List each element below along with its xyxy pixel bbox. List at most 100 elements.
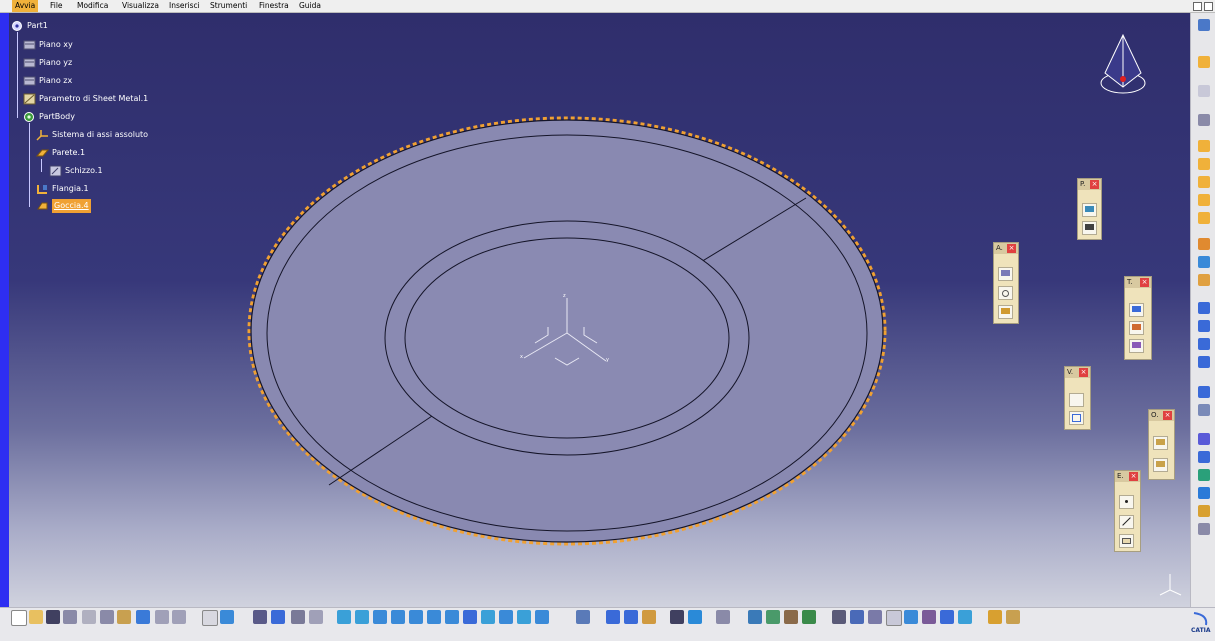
whats-this-icon[interactable]	[172, 610, 186, 624]
floating-toolbar-a[interactable]: A. ×	[993, 242, 1019, 324]
iso-view-icon[interactable]	[481, 610, 495, 624]
window-restore-icon[interactable]	[1193, 2, 1202, 11]
dimension-icon[interactable]	[886, 610, 902, 626]
solid-icon[interactable]	[1198, 505, 1210, 517]
toolbar-header[interactable]: O. ×	[1149, 410, 1174, 421]
formula-icon[interactable]	[202, 610, 218, 626]
fold-icon[interactable]	[1198, 274, 1210, 286]
wall-on-edge-icon[interactable]	[1198, 158, 1210, 170]
table-icon[interactable]	[253, 610, 267, 624]
object-b-icon[interactable]	[1153, 458, 1168, 472]
extrusion-icon[interactable]	[1198, 176, 1210, 188]
stamp-icon[interactable]	[1198, 386, 1210, 398]
pattern-icon[interactable]	[1198, 451, 1210, 463]
corner-icon[interactable]	[1198, 356, 1210, 368]
update-icon[interactable]	[576, 610, 590, 624]
sketch-icon[interactable]	[1198, 85, 1210, 97]
edit-icon[interactable]	[998, 305, 1013, 319]
shading-icon[interactable]	[499, 610, 513, 624]
normal-view-icon[interactable]	[445, 610, 459, 624]
corner-relief-icon[interactable]	[1198, 338, 1210, 350]
menu-finestra[interactable]: Finestra	[256, 0, 292, 12]
measure-item-icon[interactable]	[309, 610, 323, 624]
toolbar-header[interactable]: V. ×	[1065, 367, 1090, 378]
toolbar-close-icon[interactable]: ×	[1163, 411, 1172, 420]
toolbar-header[interactable]: P. ×	[1078, 179, 1101, 190]
selection-icon[interactable]	[998, 286, 1013, 300]
sheet-metal-parameters-icon[interactable]	[1198, 114, 1210, 126]
hide-show-icon[interactable]	[517, 610, 531, 624]
sketch-tool-icon[interactable]	[748, 610, 762, 624]
menu-visualizza[interactable]: Visualizza	[119, 0, 162, 12]
pan-icon[interactable]	[373, 610, 387, 624]
undo-icon[interactable]	[136, 610, 150, 624]
parent-child-icon[interactable]	[802, 610, 816, 624]
recognize-icon[interactable]	[1198, 469, 1210, 481]
floating-toolbar-v[interactable]: V. ×	[1064, 366, 1091, 430]
zoom-out-icon[interactable]	[427, 610, 441, 624]
menu-inserisci[interactable]: Inserisci	[166, 0, 203, 12]
snap-icon[interactable]	[850, 610, 864, 624]
sketch-analysis-icon[interactable]	[998, 267, 1013, 281]
swap-space-icon[interactable]	[535, 610, 549, 624]
cut-icon[interactable]	[82, 610, 96, 624]
comment-icon[interactable]	[220, 610, 234, 624]
flange-icon[interactable]	[1198, 212, 1210, 224]
floating-toolbar-p[interactable]: P. ×	[1077, 178, 1102, 240]
tool-b-icon[interactable]	[1129, 339, 1144, 353]
toolbar-close-icon[interactable]: ×	[1079, 368, 1088, 377]
axis-tool-icon[interactable]	[642, 610, 656, 624]
paste-icon[interactable]	[117, 610, 131, 624]
compass-tool-icon[interactable]	[832, 610, 846, 624]
tree-expand-icon[interactable]	[766, 610, 780, 624]
stiffening-rib-icon[interactable]	[1198, 404, 1210, 416]
copy-icon[interactable]	[100, 610, 114, 624]
menu-avvia[interactable]: Avvia	[12, 0, 39, 12]
window-close-icon[interactable]	[1204, 2, 1213, 11]
hopper-icon[interactable]	[1198, 194, 1210, 206]
knowledge-icon[interactable]	[988, 610, 1002, 624]
pattern-icon[interactable]	[1129, 321, 1144, 335]
constraint-dialog-icon[interactable]	[624, 610, 638, 624]
fit-all-icon[interactable]	[355, 610, 369, 624]
hole-icon[interactable]	[1198, 320, 1210, 332]
surface-icon[interactable]	[1198, 523, 1210, 535]
view-box-icon[interactable]	[1069, 411, 1084, 425]
line-icon[interactable]	[1119, 515, 1134, 529]
coordinates-icon[interactable]	[868, 610, 882, 624]
menu-strumenti[interactable]: Strumenti	[207, 0, 250, 12]
render-icon[interactable]	[670, 610, 684, 624]
workbench-icon[interactable]	[1198, 19, 1210, 31]
view-mode-icon[interactable]	[688, 610, 702, 624]
apply-material-icon[interactable]	[716, 610, 730, 624]
menu-guida[interactable]: Guida	[296, 0, 324, 12]
redo-icon[interactable]	[155, 610, 169, 624]
floating-toolbar-e[interactable]: E. ×	[1114, 470, 1141, 552]
plane-tool-icon[interactable]	[1119, 534, 1134, 548]
cutout-icon[interactable]	[1198, 302, 1210, 314]
print-icon[interactable]	[63, 610, 77, 624]
rules-icon[interactable]	[1006, 610, 1020, 624]
fly-mode-icon[interactable]	[337, 610, 351, 624]
select-icon[interactable]	[1198, 56, 1210, 68]
object-a-icon[interactable]	[1153, 436, 1168, 450]
wall-icon[interactable]	[1198, 140, 1210, 152]
boolean-icon[interactable]	[1198, 487, 1210, 499]
body-icon[interactable]	[958, 610, 972, 624]
toolbar-header[interactable]: E. ×	[1115, 471, 1140, 482]
floating-toolbar-o[interactable]: O. ×	[1148, 409, 1175, 480]
floating-toolbar-t[interactable]: T. ×	[1124, 276, 1152, 360]
toolbar-header[interactable]: A. ×	[994, 243, 1018, 254]
constraint-icon[interactable]	[606, 610, 620, 624]
toolbar-header[interactable]: T. ×	[1125, 277, 1151, 288]
multi-view-icon[interactable]	[463, 610, 477, 624]
reorder-icon[interactable]	[784, 610, 798, 624]
toolbar-close-icon[interactable]: ×	[1090, 180, 1099, 189]
toolbar-close-icon[interactable]: ×	[1129, 472, 1138, 481]
catalog-icon[interactable]	[271, 610, 285, 624]
bend-icon[interactable]	[1198, 238, 1210, 250]
toolbar-close-icon[interactable]: ×	[1007, 244, 1016, 253]
toolbar-close-icon[interactable]: ×	[1140, 278, 1149, 287]
save-icon[interactable]	[1082, 221, 1097, 235]
new-icon[interactable]	[11, 610, 27, 626]
